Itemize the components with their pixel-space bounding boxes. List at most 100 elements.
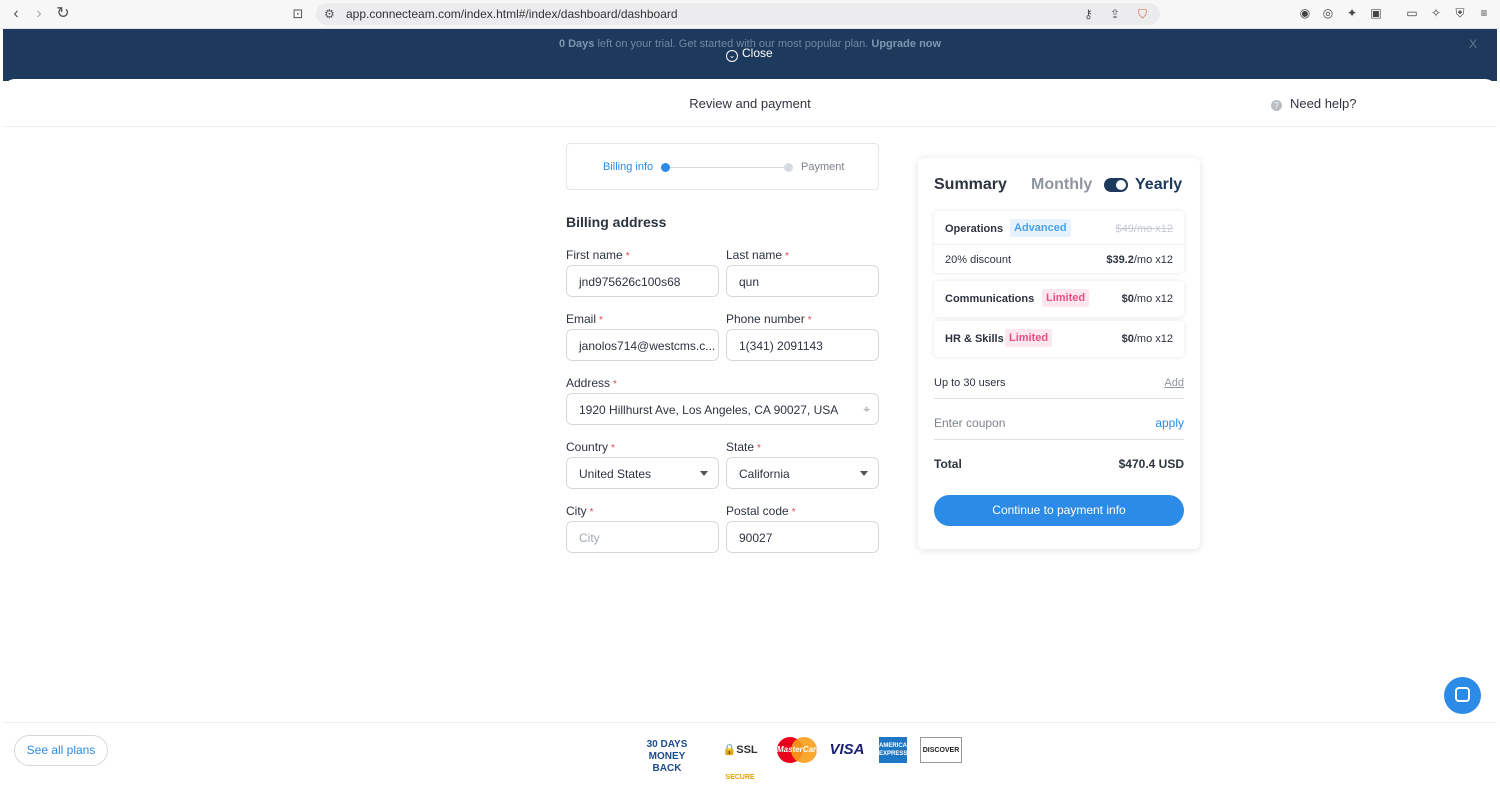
tier-badge: Limited: [1042, 289, 1090, 307]
divider: [934, 439, 1184, 440]
state-label: State *: [726, 440, 761, 454]
step-connector: [670, 167, 784, 168]
tier-badge: Advanced: [1010, 219, 1071, 237]
modal-header: Review and payment ? Need help?: [3, 79, 1497, 127]
monthly-option[interactable]: Monthly: [1031, 176, 1092, 194]
forward-icon[interactable]: ›: [29, 4, 49, 24]
close-label: Close: [742, 46, 773, 60]
wallet-icon[interactable]: ▭: [1405, 6, 1419, 20]
plan-name: HR & Skills: [945, 333, 1004, 345]
vpn-icon[interactable]: ⛨: [1453, 6, 1467, 20]
postal-code-field[interactable]: 90027: [726, 521, 879, 553]
brave-shield-icon[interactable]: ⛉: [1138, 7, 1147, 22]
first-name-field[interactable]: jnd975626c100s68: [566, 265, 719, 297]
mastercard-logo: MasterCard: [777, 737, 821, 763]
see-all-plans-button[interactable]: See all plans: [14, 735, 108, 766]
chat-launcher-button[interactable]: [1444, 677, 1481, 714]
step-dot-inactive: [784, 163, 793, 172]
email-field[interactable]: janolos714@westcms.c...: [566, 329, 719, 361]
phone-label: Phone number *: [726, 312, 812, 326]
banner-close-icon[interactable]: X: [1469, 37, 1477, 51]
reader-icon[interactable]: ▣: [1369, 6, 1383, 20]
state-select[interactable]: California: [726, 457, 879, 489]
browser-toolbar: ‹ › ↻ ⊡ ⚙ app.connecteam.com/index.html#…: [0, 0, 1500, 29]
trial-days: 0 Days: [558, 38, 595, 50]
visa-logo: VISA: [829, 741, 865, 758]
step-payment: Payment: [801, 161, 845, 173]
total-label: Total: [934, 457, 962, 471]
state-value: California: [739, 467, 790, 481]
total-row: Total $470.4 USD: [934, 457, 1184, 471]
url-text: app.connecteam.com/index.html#/index/das…: [346, 7, 678, 21]
billing-address-heading: Billing address: [566, 214, 667, 230]
close-button[interactable]: ⌄ Close: [726, 46, 773, 62]
users-label: Up to 30 users: [934, 377, 1006, 389]
original-price: $49/mo x12: [1115, 223, 1173, 235]
amex-logo: AMERICAN EXPRESS: [879, 737, 911, 763]
plan-hr-skills: HR & Skills Limited $0/mo x12: [934, 321, 1184, 357]
need-help-label: Need help?: [1290, 96, 1357, 111]
divider: [934, 398, 1184, 399]
site-settings-icon[interactable]: ⚙: [324, 7, 335, 21]
last-name-field[interactable]: qun: [726, 265, 879, 297]
coupon-input[interactable]: Enter coupon: [934, 416, 1005, 430]
total-value: $470.4 USD: [1118, 457, 1184, 471]
continue-to-payment-button[interactable]: Continue to payment info: [934, 495, 1184, 526]
chevron-down-icon: [700, 471, 708, 476]
leo-icon[interactable]: ✧: [1429, 6, 1443, 20]
add-users-link[interactable]: Add: [1164, 377, 1184, 389]
plan-price: $39.2/mo x12: [1106, 254, 1173, 266]
location-off-icon[interactable]: ⌖: [863, 402, 870, 417]
billing-period-toggle[interactable]: [1104, 178, 1128, 192]
step-billing-info: Billing info: [603, 161, 654, 173]
back-icon[interactable]: ‹: [6, 4, 26, 24]
ssl-secure-badge: 🔒SSL SECURE: [722, 744, 758, 781]
yearly-option[interactable]: Yearly: [1135, 176, 1182, 194]
toggle-knob: [1116, 180, 1126, 190]
city-field[interactable]: City: [566, 521, 719, 553]
first-name-label: First name *: [566, 248, 630, 262]
payment-modal: Review and payment ? Need help? Billing i…: [3, 79, 1497, 770]
extension-icon[interactable]: ◎: [1321, 6, 1335, 20]
chevron-down-icon: ⌄: [726, 50, 738, 62]
discover-logo: DISCOVER: [920, 737, 962, 763]
address-label: Address *: [566, 376, 617, 390]
plan-name: Operations: [945, 223, 1004, 235]
tier-badge: Limited: [1005, 329, 1053, 347]
country-select[interactable]: United States: [566, 457, 719, 489]
progress-stepper: Billing info Payment: [566, 143, 879, 190]
share-icon[interactable]: ⇪: [1110, 7, 1120, 21]
email-label: Email *: [566, 312, 603, 326]
phone-field[interactable]: 1(341) 2091143: [726, 329, 879, 361]
plan-name: Communications: [945, 293, 1035, 305]
bookmark-icon[interactable]: ⊡: [288, 4, 308, 24]
postal-code-label: Postal code *: [726, 504, 796, 518]
address-bar[interactable]: ⚙ app.connecteam.com/index.html#/index/d…: [316, 3, 1160, 25]
reload-icon[interactable]: ↻: [53, 4, 73, 24]
chat-icon: [1455, 687, 1470, 702]
help-icon: ?: [1271, 100, 1282, 111]
plan-price: $0/mo x12: [1121, 293, 1173, 305]
country-label: Country *: [566, 440, 615, 454]
address-value: 1920 Hillhurst Ave, Los Angeles, CA 9002…: [579, 403, 839, 417]
users-row: Up to 30 users Add: [934, 377, 1184, 389]
need-help-link[interactable]: ? Need help?: [1271, 96, 1357, 111]
country-value: United States: [579, 467, 652, 481]
apply-coupon-link[interactable]: apply: [1155, 416, 1184, 430]
plan-price: $0/mo x12: [1121, 333, 1173, 345]
upgrade-link[interactable]: Upgrade now: [871, 38, 941, 50]
puzzle-icon[interactable]: ✦: [1345, 6, 1359, 20]
address-field[interactable]: 1920 Hillhurst Ave, Los Angeles, CA 9002…: [566, 393, 879, 425]
extension-icon[interactable]: ◉: [1298, 6, 1312, 20]
key-icon[interactable]: ⚷: [1084, 7, 1093, 21]
last-name-label: Last name *: [726, 248, 789, 262]
menu-icon[interactable]: ≡: [1477, 6, 1491, 20]
step-dot-active: [661, 163, 670, 172]
modal-footer: See all plans 30 DAYS MONEY BACK 🔒SSL SE…: [3, 722, 1497, 781]
summary-card: Summary Monthly Yearly Operations Advanc…: [918, 158, 1200, 549]
coupon-row: Enter coupon apply: [934, 416, 1184, 430]
summary-title: Summary: [934, 176, 1007, 193]
plan-communications: Communications Limited $0/mo x12: [934, 281, 1184, 317]
plan-operations: Operations Advanced $49/mo x12 20% disco…: [934, 211, 1184, 273]
money-back-badge: 30 DAYS MONEY BACK: [646, 739, 688, 774]
